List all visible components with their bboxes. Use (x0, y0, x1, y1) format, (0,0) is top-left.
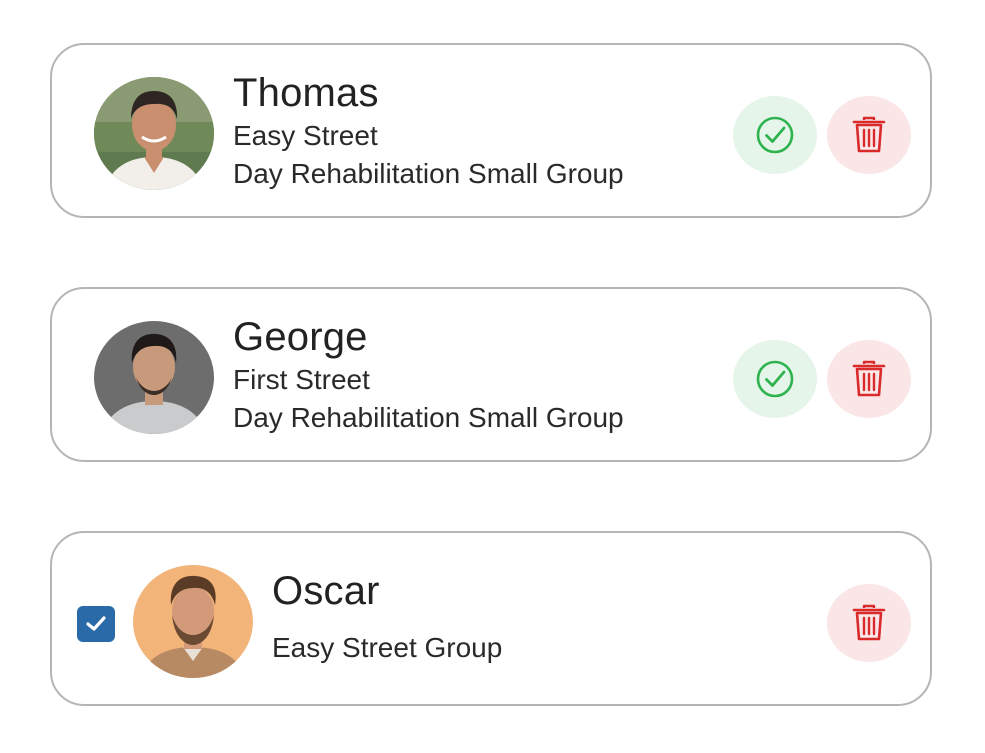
person-name: Thomas (233, 71, 379, 115)
person-program: Day Rehabilitation Small Group (233, 158, 624, 189)
person-street: First Street (233, 364, 370, 395)
person-card-oscar: Oscar Easy Street Group (50, 531, 932, 706)
person-info: Oscar Easy Street Group (272, 569, 502, 667)
delete-button[interactable] (827, 584, 911, 662)
person-card-george: George First Street Day Rehabilitation S… (50, 287, 932, 462)
person-name: Oscar (272, 569, 380, 613)
person-program: Day Rehabilitation Small Group (233, 402, 624, 433)
person-group: Easy Street Group (272, 632, 503, 663)
trash-icon (852, 604, 886, 641)
approve-button[interactable] (733, 96, 817, 174)
delete-button[interactable] (827, 96, 911, 174)
person-street: Easy Street (233, 120, 378, 151)
checkmark-icon (86, 616, 106, 631)
check-circle-icon (756, 116, 794, 154)
avatar (133, 565, 253, 678)
person-info: George First Street Day Rehabilitation S… (233, 315, 624, 437)
avatar (94, 77, 214, 190)
delete-button[interactable] (827, 340, 911, 418)
trash-icon (852, 360, 886, 397)
person-name: George (233, 315, 368, 359)
trash-icon (852, 116, 886, 153)
select-checkbox[interactable] (77, 606, 115, 642)
check-circle-icon (756, 360, 794, 398)
person-info: Thomas Easy Street Day Rehabilitation Sm… (233, 71, 624, 193)
approve-button[interactable] (733, 340, 817, 418)
person-card-thomas: Thomas Easy Street Day Rehabilitation Sm… (50, 43, 932, 218)
avatar (94, 321, 214, 434)
